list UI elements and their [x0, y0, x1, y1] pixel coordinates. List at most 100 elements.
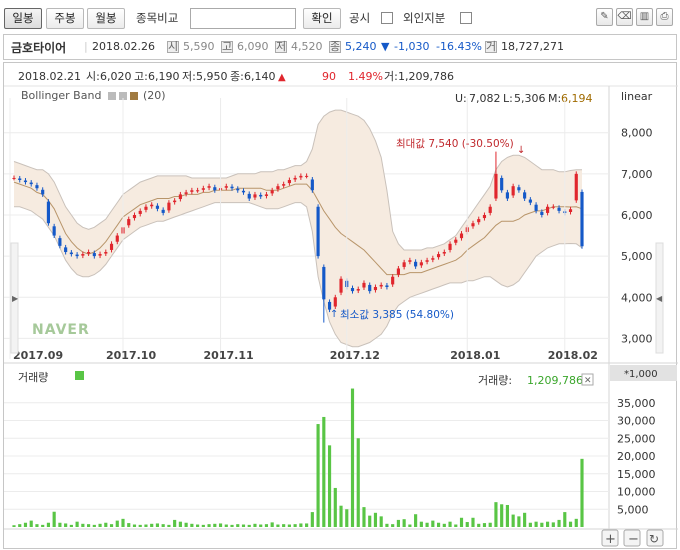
volume-bar — [173, 519, 177, 527]
candle-body — [230, 186, 234, 189]
candle-body — [150, 204, 154, 207]
foreign-checkbox[interactable] — [460, 12, 472, 24]
volume-bar — [459, 517, 464, 527]
volume-legend-label: 거래량: — [478, 374, 512, 387]
volume-value: 18,727,271 — [501, 40, 564, 53]
volume-bar — [236, 524, 240, 527]
volume-icon: 거 — [485, 40, 497, 53]
candle-body — [92, 253, 96, 257]
indicator-period: (20) — [143, 89, 166, 102]
candle-body — [236, 188, 240, 191]
candle-body — [528, 199, 532, 203]
price-tick-label: 4,000 — [621, 291, 653, 304]
volume-bar — [482, 523, 487, 527]
candle-body — [574, 173, 578, 201]
candle-body — [414, 261, 418, 267]
band-color-swatch — [108, 92, 116, 100]
candle-body — [333, 297, 337, 307]
candle-body — [173, 200, 177, 203]
volume-bar — [391, 524, 395, 527]
volume-bar — [12, 525, 16, 527]
stock-chart[interactable]: 2018.02.21 시: 6,020 고: 6,190 저: 5,950 종:… — [4, 63, 678, 550]
open-value: 5,590 — [183, 40, 215, 53]
candle-body — [534, 204, 538, 211]
price-tick-label: 3,000 — [621, 332, 653, 345]
candle-body — [58, 238, 62, 246]
candle-body — [436, 254, 441, 258]
candle-body — [276, 186, 280, 190]
candle-body — [402, 262, 406, 267]
compare-input[interactable] — [190, 8, 296, 29]
candle-body — [144, 206, 148, 210]
candle-body — [356, 289, 360, 291]
print-icon[interactable]: ⎙ — [656, 8, 673, 26]
volume-bar — [247, 524, 251, 527]
price-tick-label: 8,000 — [621, 127, 653, 140]
volume-bar — [580, 458, 584, 527]
candle-body — [247, 193, 251, 199]
candle-body — [540, 211, 544, 215]
hover-open: 6,020 — [100, 70, 132, 83]
eraser-icon[interactable]: ⌫ — [616, 8, 633, 26]
high-icon: 고 — [221, 40, 233, 53]
candle-body — [155, 205, 160, 209]
candle-body — [459, 233, 464, 239]
plus-icon[interactable]: + — [605, 532, 616, 547]
volume-bar — [230, 524, 234, 527]
close-icon[interactable]: ✕ — [584, 376, 592, 386]
volume-bar — [282, 524, 286, 527]
x-tick-label: 2017.10 — [106, 349, 156, 362]
refresh-icon[interactable]: ↻ — [649, 532, 659, 546]
minus-icon[interactable]: − — [628, 532, 639, 547]
hover-volume-label: 거: — [384, 70, 398, 83]
candle-body — [253, 194, 257, 198]
upper-label: U: — [455, 92, 467, 105]
min-arrow-icon: ↑ — [330, 309, 338, 320]
volume-bar — [207, 524, 211, 527]
mid-label: M: — [548, 92, 561, 105]
volume-bar — [339, 505, 343, 527]
weekly-button[interactable]: 주봉 — [46, 8, 84, 29]
hover-close-label: 종: — [230, 70, 244, 83]
candle-body — [41, 189, 45, 195]
confirm-button[interactable]: 확인 — [303, 8, 341, 29]
hover-change-percent: 1.49% — [348, 70, 383, 83]
toolbar: 일봉 주봉 월봉 종목비교 확인 공시 외인지분 ✎ ⌫ ▥ ⎙ — [0, 0, 680, 34]
volume-bar — [178, 521, 182, 527]
volume-bar — [196, 524, 200, 527]
quote-date: 2018.02.26 — [92, 40, 155, 53]
volume-bar — [414, 514, 418, 527]
scale-label[interactable]: linear — [621, 90, 653, 103]
volume-bar — [540, 522, 544, 527]
volume-bar — [241, 524, 246, 527]
low-icon: 저 — [275, 40, 287, 53]
right-arrow-icon[interactable]: ◀ — [656, 294, 663, 303]
candle-body — [316, 206, 320, 257]
volume-bar — [431, 520, 435, 527]
monthly-button[interactable]: 월봉 — [87, 8, 125, 29]
candle-body — [391, 276, 395, 285]
volume-bar — [138, 524, 142, 527]
left-arrow-icon[interactable]: ▶ — [12, 294, 19, 303]
candle-body — [442, 252, 446, 254]
volume-bar — [184, 522, 188, 527]
volume-bar — [41, 524, 45, 527]
min-annotation: 최소값 3,385 (54.80%) — [340, 309, 454, 321]
stock-name: 금호타이어 — [11, 41, 67, 55]
candle-body — [115, 235, 119, 242]
volume-bar — [29, 520, 33, 527]
volume-title: 거래량 — [18, 371, 48, 384]
chart-icon[interactable]: ▥ — [636, 8, 653, 26]
volume-bar — [442, 523, 446, 527]
notice-checkbox[interactable] — [381, 12, 393, 24]
volume-bar — [213, 523, 217, 527]
candle-body — [385, 285, 389, 287]
volume-bar — [132, 524, 137, 527]
daily-button[interactable]: 일봉 — [4, 8, 42, 29]
volume-bar — [218, 523, 223, 527]
hover-volume: 1,209,786 — [398, 70, 454, 83]
candle-body — [350, 288, 355, 292]
volume-bar — [408, 524, 412, 527]
volume-bar — [121, 518, 125, 527]
pen-icon[interactable]: ✎ — [596, 8, 613, 26]
